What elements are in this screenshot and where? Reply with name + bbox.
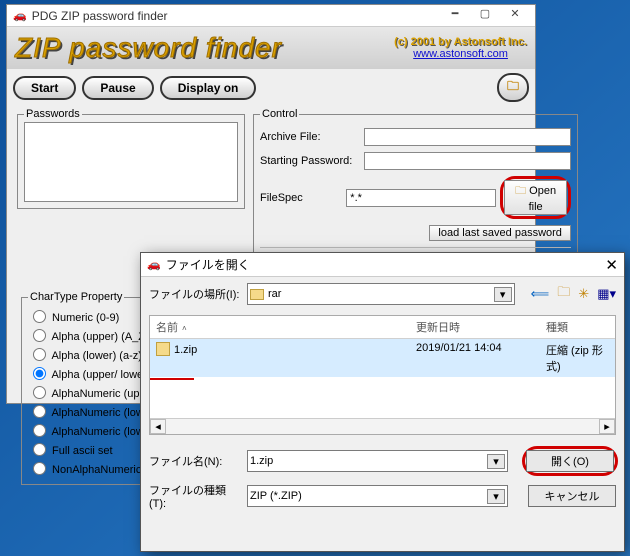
- item-type: 圧縮 (zip 形式): [540, 339, 615, 377]
- start-button[interactable]: Start: [13, 76, 76, 100]
- filespec-label: FileSpec: [260, 192, 342, 204]
- list-item[interactable]: 1.zip 2019/01/21 14:04 圧縮 (zip 形式): [150, 339, 615, 377]
- file-list[interactable]: 名前 ˄ 更新日時 種類 1.zip 2019/01/21 14:04 圧縮 (z…: [149, 315, 616, 435]
- chevron-down-icon[interactable]: ▾: [487, 454, 505, 469]
- back-icon[interactable]: ⟸: [531, 286, 550, 302]
- highlight-open: 開く(O): [522, 446, 618, 476]
- item-name: 1.zip: [174, 344, 197, 356]
- control-legend: Control: [260, 108, 299, 120]
- chartype-radio[interactable]: [33, 405, 46, 418]
- starting-password-label: Starting Password:: [260, 155, 360, 167]
- pause-button[interactable]: Pause: [82, 76, 153, 100]
- chartype-radio[interactable]: [33, 367, 46, 380]
- col-type[interactable]: 種類: [540, 316, 615, 338]
- view-menu-icon[interactable]: ▦▾: [597, 286, 616, 302]
- filespec-input[interactable]: [346, 189, 496, 207]
- lookin-label: ファイルの場所(I):: [149, 286, 241, 302]
- sort-caret-icon: ˄: [182, 324, 187, 333]
- highlight-openfile: 🗀 Open file: [500, 176, 571, 219]
- filetype-combo[interactable]: ZIP (*.ZIP) ▾: [247, 485, 508, 507]
- car-icon: 🚗: [13, 9, 27, 22]
- hscrollbar[interactable]: ◂ ▸: [150, 418, 615, 434]
- starting-password-input[interactable]: [364, 152, 571, 170]
- chartype-radio[interactable]: [33, 443, 46, 456]
- item-date: 2019/01/21 14:04: [410, 339, 540, 377]
- maximize-button[interactable]: ▢: [471, 7, 499, 25]
- website-link[interactable]: www.astonsoft.com: [394, 48, 527, 60]
- display-button[interactable]: Display on: [160, 76, 257, 100]
- col-date[interactable]: 更新日時: [410, 316, 540, 338]
- filename-label: ファイル名(N):: [149, 453, 241, 469]
- file-open-dialog: 🚗 ファイルを開く ✕ ファイルの場所(I): rar ▾ ⟸ 🗀 ✳ ▦▾ 名…: [140, 252, 625, 552]
- archive-file-input[interactable]: [364, 128, 571, 146]
- titlebar[interactable]: 🚗 PDG ZIP password finder ━ ▢ ✕: [7, 5, 535, 27]
- minimize-button[interactable]: ━: [441, 7, 469, 25]
- chartype-radio[interactable]: [33, 329, 46, 342]
- cancel-button[interactable]: キャンセル: [528, 485, 616, 507]
- banner: ZIP password finder (c) 2001 by Astonsof…: [7, 27, 535, 69]
- chevron-down-icon[interactable]: ▾: [494, 287, 512, 302]
- scroll-right-icon[interactable]: ▸: [599, 419, 615, 434]
- load-last-button[interactable]: load last saved password: [429, 225, 571, 241]
- col-name[interactable]: 名前: [156, 322, 178, 334]
- archive-file-label: Archive File:: [260, 131, 360, 143]
- lookin-value: rar: [268, 288, 281, 300]
- open-folder-icon: 🗀: [515, 185, 526, 197]
- lookin-combo[interactable]: rar ▾: [247, 283, 515, 305]
- chartype-radio[interactable]: [33, 348, 46, 361]
- car-icon: 🚗: [147, 258, 161, 271]
- app-logo: ZIP password finder: [15, 32, 282, 64]
- passwords-group: Passwords: [17, 108, 245, 209]
- filetype-label: ファイルの種類(T):: [149, 482, 241, 510]
- folder-icon: [250, 289, 264, 300]
- chartype-radio[interactable]: [33, 424, 46, 437]
- dialog-titlebar[interactable]: 🚗 ファイルを開く ✕: [141, 253, 624, 277]
- file-list-header[interactable]: 名前 ˄ 更新日時 種類: [150, 316, 615, 339]
- main-toolbar: Start Pause Display on 🗀: [7, 69, 535, 106]
- folder-round-button[interactable]: 🗀: [497, 73, 529, 102]
- dialog-title: ファイルを開く: [166, 256, 250, 273]
- chartype-radio[interactable]: [33, 386, 46, 399]
- folder-icon: 🗀: [507, 79, 519, 93]
- close-button[interactable]: ✕: [501, 7, 529, 25]
- chartype-legend: CharType Property: [28, 291, 124, 303]
- zip-file-icon: [156, 342, 170, 356]
- scroll-left-icon[interactable]: ◂: [150, 419, 166, 434]
- chartype-radio[interactable]: [33, 462, 46, 475]
- chevron-down-icon[interactable]: ▾: [487, 489, 505, 504]
- passwords-list[interactable]: [24, 122, 238, 202]
- open-button[interactable]: 開く(O): [526, 450, 614, 472]
- window-title: PDG ZIP password finder: [32, 9, 439, 23]
- up-folder-icon[interactable]: 🗀: [557, 283, 570, 305]
- copyright-text: (c) 2001 by Astonsoft Inc.: [394, 36, 527, 48]
- passwords-legend: Passwords: [24, 108, 82, 120]
- dialog-close-button[interactable]: ✕: [605, 256, 618, 274]
- chartype-radio[interactable]: [33, 310, 46, 323]
- filename-input[interactable]: 1.zip ▾: [247, 450, 508, 472]
- open-file-button[interactable]: 🗀 Open file: [504, 180, 567, 215]
- new-folder-icon[interactable]: ✳: [578, 286, 589, 302]
